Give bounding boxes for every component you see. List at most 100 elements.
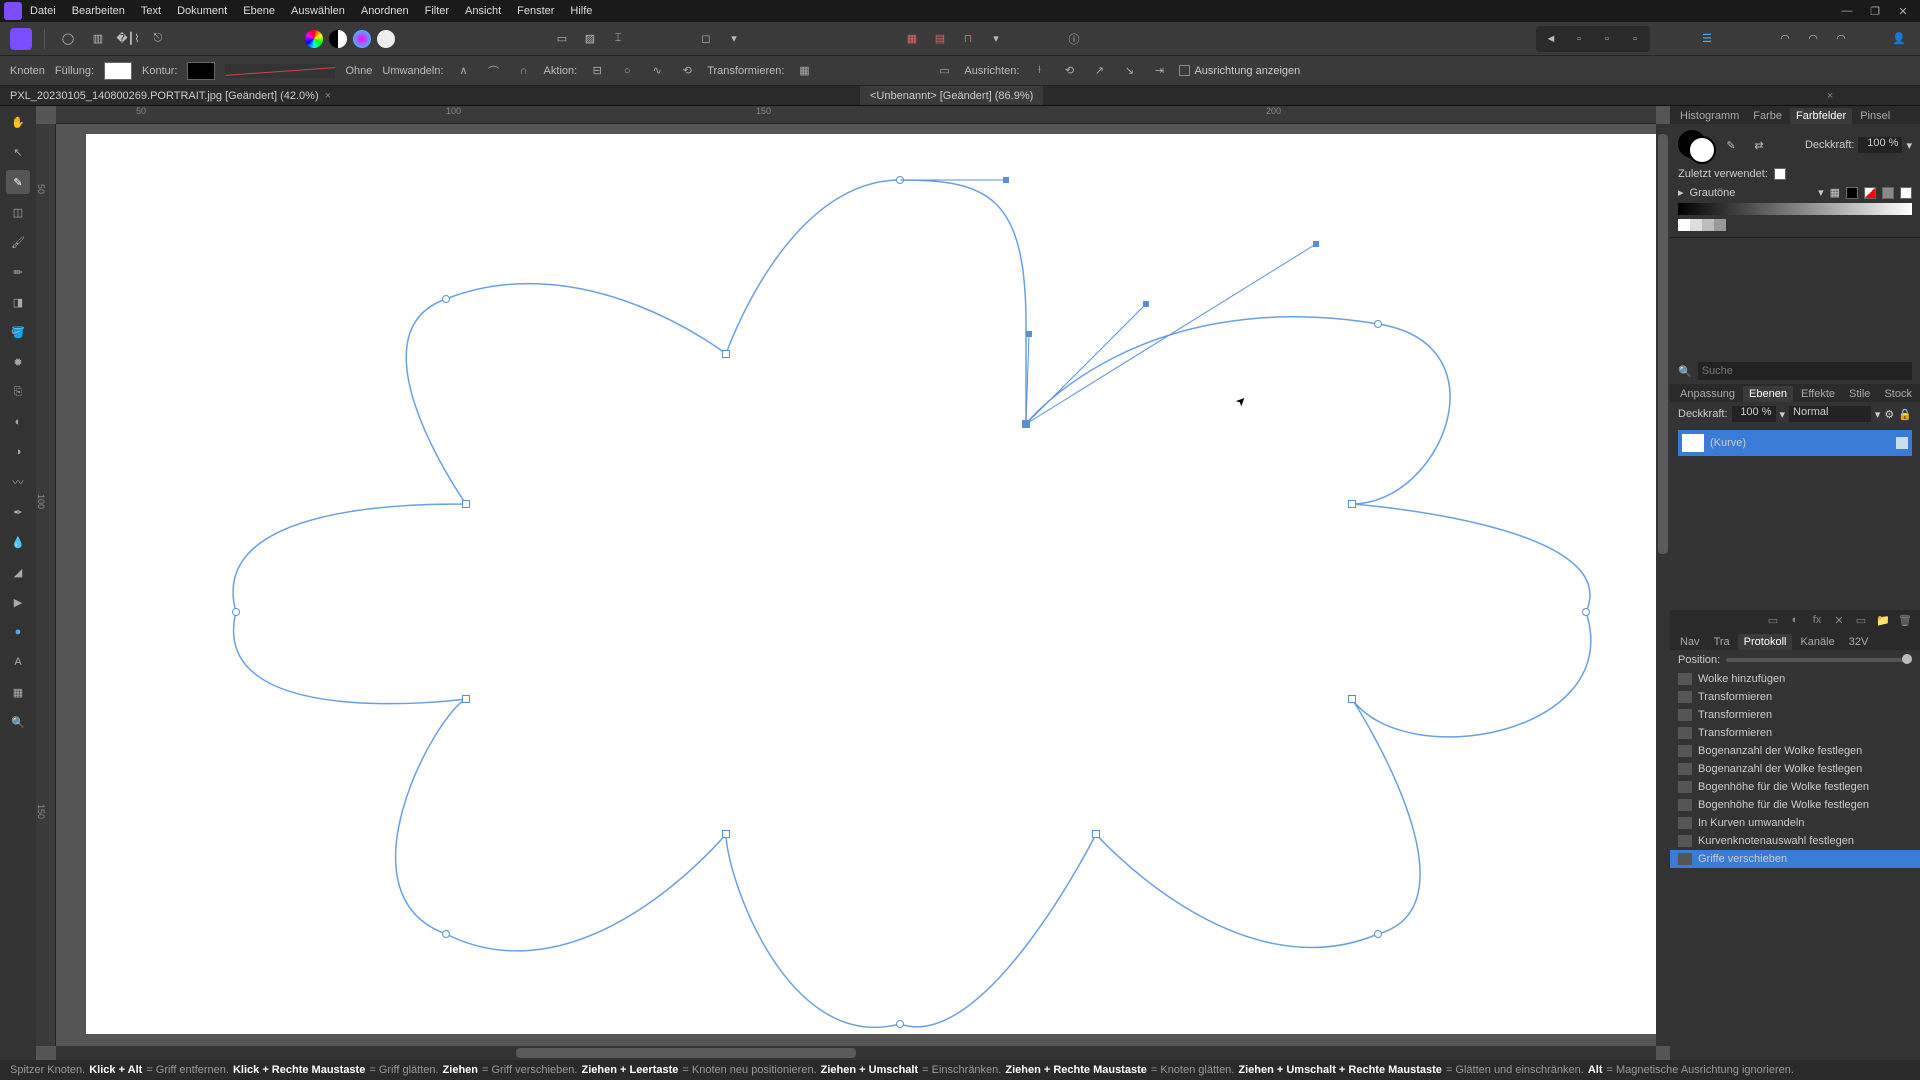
curve-node[interactable] [232,608,240,616]
history-item[interactable]: Transformieren [1670,724,1920,742]
tab-nav[interactable]: Nav [1674,634,1706,650]
history-item[interactable]: Bogenhöhe für die Wolke festlegen [1670,778,1920,796]
transform-extra-icon[interactable]: ▭ [934,62,954,80]
action-close-icon[interactable]: ○ [617,62,637,80]
action-smooth-icon[interactable]: ∿ [647,62,667,80]
canvas[interactable] [86,134,1656,1034]
doc-tab-1[interactable]: PXL_20230105_140800269.PORTRAIT.jpg [Geä… [0,86,341,105]
stroke-swatch[interactable] [187,62,215,80]
hand-tool-icon[interactable]: ✋ [6,110,30,134]
history-item[interactable]: Transformieren [1670,688,1920,706]
crop-tool-icon[interactable]: ◫ [6,200,30,224]
convert-smart-icon[interactable]: ∩ [514,62,534,80]
history-item[interactable]: Transformieren [1670,706,1920,724]
recent-swatch[interactable] [1774,168,1786,180]
opacity-dd-icon[interactable]: ▾ [1906,139,1912,152]
live-preview-icon[interactable]: ◯ [57,28,79,50]
nav-b-icon[interactable]: ▫ [1596,28,1618,50]
curve-node[interactable] [1092,830,1100,838]
layers-mini-7-icon[interactable]: 🗑 [1898,614,1912,628]
history-item[interactable]: Kurvenknotenauswahl festlegen [1670,832,1920,850]
blend-mode[interactable]: Normal [1789,406,1871,422]
align-1-icon[interactable]: ⟊ [1029,62,1049,80]
persona-icon[interactable]: ▥ [87,28,109,50]
quicklook-icon[interactable]: ◻ [695,28,717,50]
tab-histogramm[interactable]: Histogramm [1674,108,1745,124]
nav-back-icon[interactable]: ◄ [1540,28,1562,50]
layer-visibility-checkbox[interactable] [1896,437,1908,449]
menu-hilfe[interactable]: Hilfe [570,5,592,17]
dropper-tool-icon[interactable]: 💧 [6,530,30,554]
share-icon[interactable]: ⎋ [147,28,169,50]
tab-ebenen[interactable]: Ebenen [1743,386,1793,402]
menu-datei[interactable]: Datei [30,5,56,17]
transform-mode-icon[interactable]: ▦ [794,62,814,80]
doc-tab-2-close-icon[interactable]: × [1827,90,1833,102]
cloud1-icon[interactable]: ◠ [1774,28,1796,50]
history-item[interactable]: In Kurven umwandeln [1670,814,1920,832]
nav-c-icon[interactable]: ▫ [1624,28,1646,50]
pen-tool-icon[interactable]: ✒ [6,500,30,524]
curve-node[interactable] [442,930,450,938]
convert-smooth-icon[interactable]: ⌒ [484,62,504,80]
vector-path[interactable] [86,134,1656,1034]
zoom-tool-icon[interactable]: 🔍 [6,710,30,734]
palette-dd-icon[interactable]: ▸ [1678,186,1684,199]
rgb-icon[interactable] [353,30,371,48]
gradient-tool-icon[interactable]: ◢ [6,560,30,584]
convert-sharp-icon[interactable]: ∧ [454,62,474,80]
shape-tool-icon[interactable]: ● [6,620,30,644]
bezier-handle[interactable] [1003,177,1009,183]
layers-mini-4-icon[interactable]: ✕ [1832,614,1846,628]
tab-kanaele[interactable]: Kanäle [1794,634,1840,650]
eyedropper-icon[interactable]: ✎ [1720,134,1742,156]
node-tool-icon[interactable]: ✎ [6,170,30,194]
export-persona-icon[interactable]: �┃⌇ [117,28,139,50]
palette-grid-icon[interactable]: ▦ [1830,186,1840,199]
play-tool-icon[interactable]: ▶ [6,590,30,614]
tab-tra[interactable]: Tra [1708,634,1736,650]
menu-bearbeiten[interactable]: Bearbeiten [72,5,125,17]
align-3-icon[interactable]: ↗ [1089,62,1109,80]
mesh-tool-icon[interactable]: ▦ [6,680,30,704]
curve-node[interactable] [722,350,730,358]
fill-swatch[interactable] [104,62,132,80]
tab-32v[interactable]: 32V [1843,634,1875,650]
menu-fenster[interactable]: Fenster [517,5,554,17]
close-button[interactable]: ✕ [1896,5,1910,18]
tab-anpassung[interactable]: Anpassung [1674,386,1741,402]
action-join-icon[interactable]: ⟲ [677,62,697,80]
menu-filter[interactable]: Filter [425,5,449,17]
blend-dd-icon[interactable]: ▾ [1875,408,1881,421]
history-item[interactable]: Bogenanzahl der Wolke festlegen [1670,742,1920,760]
minimize-button[interactable]: — [1840,5,1854,18]
curve-node[interactable] [442,295,450,303]
fill-tool-icon[interactable]: 🪣 [6,320,30,344]
sw-black[interactable] [1846,187,1858,199]
align-2-icon[interactable]: ⟲ [1059,62,1079,80]
text-tool-icon[interactable]: A [6,650,30,674]
curve-node[interactable] [1348,500,1356,508]
palette-name[interactable]: Grautöne [1690,187,1813,199]
layers-mini-1-icon[interactable]: ▭ [1766,614,1780,628]
selection-text-icon[interactable]: ⌶ [607,28,629,50]
dropdown-icon[interactable]: ▾ [723,28,745,50]
layers-mini-3-icon[interactable]: fx [1810,614,1824,628]
layer-opacity-value[interactable]: 100 % [1732,406,1776,422]
curve-node-selected[interactable] [1022,420,1030,428]
horizontal-scrollbar[interactable] [56,1046,1656,1060]
curve-node[interactable] [896,1020,904,1028]
color-wheel-icon[interactable] [305,30,323,48]
history-item[interactable]: Bogenanzahl der Wolke festlegen [1670,760,1920,778]
pencil-tool-icon[interactable]: ✏ [6,260,30,284]
tab-farbe[interactable]: Farbe [1747,108,1788,124]
tab-farbfelder[interactable]: Farbfelder [1790,108,1852,124]
tab-protokoll[interactable]: Protokoll [1738,634,1793,650]
menu-ebene[interactable]: Ebene [243,5,275,17]
cloud2-icon[interactable]: ◠ [1802,28,1824,50]
align-top-icon[interactable]: ☰ [1696,28,1718,50]
opacity-value[interactable]: 100 % [1858,137,1902,153]
menu-text[interactable]: Text [141,5,161,17]
grid-icon[interactable]: ▦ [901,28,923,50]
healing-tool-icon[interactable]: ✹ [6,350,30,374]
